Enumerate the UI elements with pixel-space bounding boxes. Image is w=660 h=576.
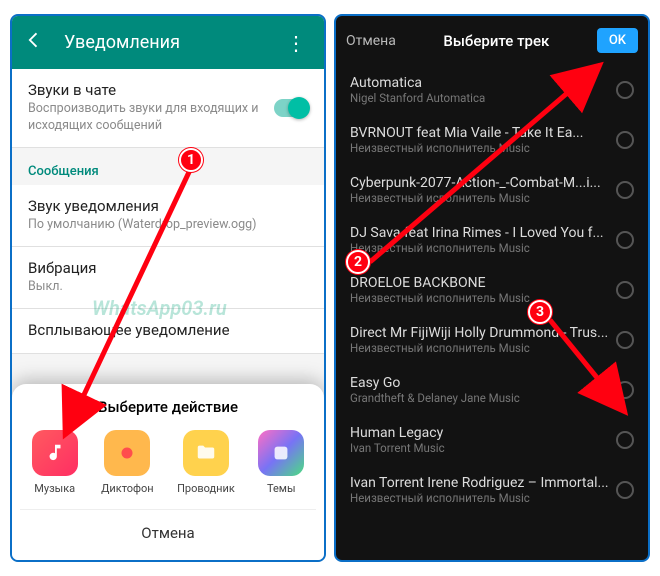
- track-sub: Ivan Torrent Music: [350, 441, 616, 455]
- track-list[interactable]: AutomaticaNigel Stanford Automatica BVRN…: [336, 65, 648, 560]
- track-title: Ivan Torrent Irene Rodriguez – Immortal.…: [350, 475, 616, 491]
- action-sheet: Выберите действие Музыка Диктофон Провод…: [12, 384, 324, 560]
- section-messages: Сообщения: [12, 148, 324, 185]
- radio-icon[interactable]: [616, 181, 634, 199]
- track-picker-header: Отмена Выберите трек OK: [336, 16, 648, 65]
- track-sub: Nigel Stanford Automatica: [350, 91, 616, 105]
- music-icon: [32, 430, 78, 476]
- track-title: Direct Mr FijiWiji Holly Drummond - Trus…: [350, 325, 616, 341]
- track-title: Human Legacy: [350, 425, 616, 441]
- row-popup[interactable]: Всплывающее уведомление: [12, 309, 324, 354]
- left-phone: Уведомления ⋮ Звуки в чате Воспроизводит…: [10, 14, 326, 562]
- track-sub: Grandtheft & Delaney Jane Music: [350, 391, 616, 405]
- app-recorder[interactable]: Диктофон: [101, 430, 154, 495]
- row-sub: Выкл.: [28, 279, 308, 296]
- radio-icon[interactable]: [616, 481, 634, 499]
- track-row[interactable]: Easy GoGrandtheft & Delaney Jane Music: [336, 365, 648, 415]
- app-file-manager[interactable]: Проводник: [177, 430, 235, 495]
- track-row[interactable]: BVRNOUT feat Mia Vaile - Take It Ea...Не…: [336, 115, 648, 165]
- track-sub: Неизвестный исполнитель Music: [350, 141, 616, 155]
- right-phone: Отмена Выберите трек OK AutomaticaNigel …: [334, 14, 650, 562]
- ok-button[interactable]: OK: [597, 28, 638, 53]
- row-title: Звуки в чате: [28, 81, 274, 99]
- track-sub: Неизвестный исполнитель Music: [350, 291, 616, 305]
- track-row[interactable]: Human LegacyIvan Torrent Music: [336, 415, 648, 465]
- toggle-chat-sounds[interactable]: [274, 99, 308, 117]
- row-chat-sounds[interactable]: Звуки в чате Воспроизводить звуки для вх…: [12, 69, 324, 148]
- row-title: Всплывающее уведомление: [28, 321, 308, 339]
- track-sub: Неизвестный исполнитель Music: [350, 241, 616, 255]
- sheet-title: Выберите действие: [20, 398, 316, 416]
- row-title: Вибрация: [28, 259, 308, 277]
- track-row[interactable]: Cyberpunk-2077-Action-_-Combat-M...i...Н…: [336, 165, 648, 215]
- row-sub: Воспроизводить звуки для входящих и исхо…: [28, 101, 274, 135]
- more-icon[interactable]: ⋮: [280, 31, 312, 55]
- app-label: Темы: [267, 482, 296, 495]
- folder-icon: [183, 430, 229, 476]
- track-row[interactable]: DJ Sava feat Irina Rimes - I Loved You f…: [336, 215, 648, 265]
- track-title: DROELOE BACKBONE: [350, 275, 616, 291]
- back-icon[interactable]: [24, 30, 44, 55]
- radio-icon[interactable]: [616, 81, 634, 99]
- cancel-button[interactable]: Отмена: [20, 509, 316, 550]
- app-header: Уведомления ⋮: [12, 16, 324, 69]
- header-title: Уведомления: [64, 32, 260, 53]
- app-label: Музыка: [34, 482, 75, 495]
- track-title: Cyberpunk-2077-Action-_-Combat-M...i...: [350, 175, 616, 191]
- track-row[interactable]: DROELOE BACKBONEНеизвестный исполнитель …: [336, 265, 648, 315]
- track-sub: Неизвестный исполнитель Music: [350, 341, 616, 355]
- row-vibration[interactable]: Вибрация Выкл.: [12, 247, 324, 309]
- track-row[interactable]: Ivan Torrent Irene Rodriguez – Immortal.…: [336, 465, 648, 515]
- app-music[interactable]: Музыка: [32, 430, 78, 495]
- row-title: Звук уведомления: [28, 197, 308, 215]
- radio-icon[interactable]: [616, 231, 634, 249]
- app-list: Музыка Диктофон Проводник Темы: [20, 430, 316, 495]
- recorder-icon: [104, 430, 150, 476]
- track-sub: Неизвестный исполнитель Music: [350, 191, 616, 205]
- track-sub: Неизвестный исполнитель Music: [350, 491, 616, 505]
- track-title: BVRNOUT feat Mia Vaile - Take It Ea...: [350, 125, 616, 141]
- row-notification-sound[interactable]: Звук уведомления По умолчанию (Waterdrop…: [12, 185, 324, 247]
- track-row[interactable]: Direct Mr FijiWiji Holly Drummond - Trus…: [336, 315, 648, 365]
- radio-icon[interactable]: [616, 381, 634, 399]
- app-label: Проводник: [177, 482, 235, 495]
- track-row[interactable]: AutomaticaNigel Stanford Automatica: [336, 65, 648, 115]
- track-title: Easy Go: [350, 375, 616, 391]
- radio-icon[interactable]: [616, 131, 634, 149]
- app-themes[interactable]: Темы: [258, 430, 304, 495]
- app-label: Диктофон: [101, 482, 154, 495]
- radio-icon[interactable]: [616, 331, 634, 349]
- picker-title: Выберите трек: [406, 32, 587, 50]
- row-sub: По умолчанию (Waterdrop_preview.ogg): [28, 217, 308, 234]
- themes-icon: [258, 430, 304, 476]
- radio-icon[interactable]: [616, 431, 634, 449]
- track-title: Automatica: [350, 75, 616, 91]
- track-title: DJ Sava feat Irina Rimes - I Loved You f…: [350, 225, 616, 241]
- radio-icon[interactable]: [616, 281, 634, 299]
- cancel-button[interactable]: Отмена: [346, 33, 396, 49]
